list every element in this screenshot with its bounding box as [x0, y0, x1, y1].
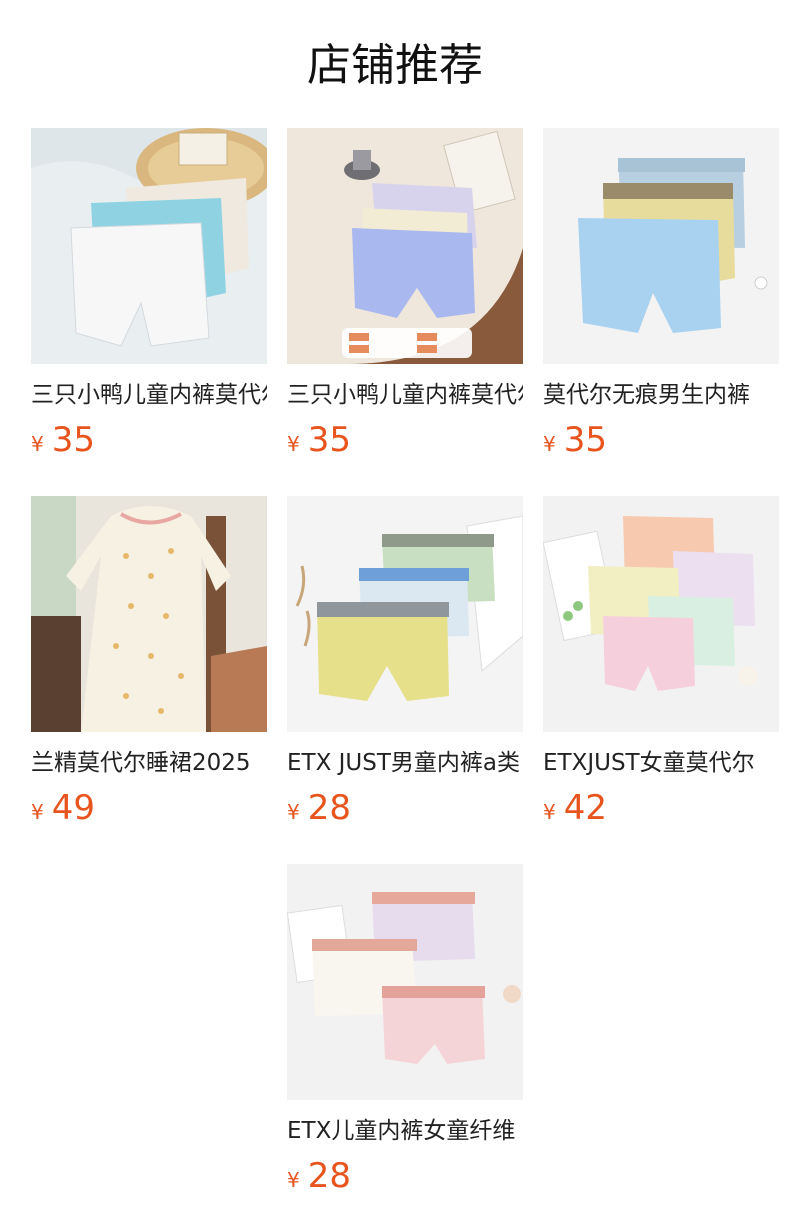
- currency-symbol: ¥: [287, 1168, 300, 1192]
- product-image-5[interactable]: [287, 496, 523, 732]
- product-name-2[interactable]: 三只小鸭儿童内裤莫代尔: [287, 380, 523, 410]
- product-price-6: ¥42: [543, 788, 779, 828]
- product-price-7: ¥28: [287, 1156, 523, 1196]
- product-image-1[interactable]: [31, 128, 267, 364]
- product-name-6[interactable]: ETXJUST女童莫代尔: [543, 748, 779, 778]
- product-price-5: ¥28: [287, 788, 523, 828]
- girls-underwear-photo-icon: [287, 864, 523, 1100]
- kids-underwear-photo-icon: [31, 128, 267, 364]
- currency-symbol: ¥: [31, 432, 44, 456]
- product-name-3[interactable]: 莫代尔无痕男生内裤: [543, 380, 779, 410]
- girls-underwear-photo-icon: [543, 496, 779, 732]
- currency-symbol: ¥: [543, 800, 556, 824]
- currency-symbol: ¥: [31, 800, 44, 824]
- price-amount: 35: [307, 420, 351, 460]
- product-image-7[interactable]: [287, 864, 523, 1100]
- price-amount: 35: [51, 420, 95, 460]
- price-amount: 42: [563, 788, 607, 828]
- product-card-6[interactable]: ETXJUST女童莫代尔 ¥42: [543, 496, 779, 828]
- price-amount: 35: [563, 420, 607, 460]
- product-price-1: ¥35: [31, 420, 267, 460]
- product-name-4[interactable]: 兰精莫代尔睡裙2025: [31, 748, 267, 778]
- price-amount: 49: [51, 788, 95, 828]
- price-amount: 28: [307, 788, 351, 828]
- product-price-2: ¥35: [287, 420, 523, 460]
- boxer-briefs-photo-icon: [287, 496, 523, 732]
- nightdress-photo-icon: [31, 496, 267, 732]
- product-image-2[interactable]: [287, 128, 523, 364]
- product-name-5[interactable]: ETX JUST男童内裤a类: [287, 748, 523, 778]
- product-name-1[interactable]: 三只小鸭儿童内裤莫代尔: [31, 380, 267, 410]
- product-name-7[interactable]: ETX儿童内裤女童纤维: [287, 1116, 523, 1146]
- product-card-3[interactable]: 莫代尔无痕男生内裤 ¥35: [543, 128, 779, 460]
- product-image-4[interactable]: [31, 496, 267, 732]
- product-card-1[interactable]: 三只小鸭儿童内裤莫代尔 ¥35: [31, 128, 267, 460]
- product-price-4: ¥49: [31, 788, 267, 828]
- product-card-7[interactable]: ETX儿童内裤女童纤维 ¥28: [287, 864, 523, 1196]
- section-title: 店铺推荐: [307, 40, 483, 91]
- product-price-3: ¥35: [543, 420, 779, 460]
- kids-underwear-photo-icon: [287, 128, 523, 364]
- product-card-2[interactable]: 三只小鸭儿童内裤莫代尔 ¥35: [287, 128, 523, 460]
- product-card-4[interactable]: 兰精莫代尔睡裙2025 ¥49: [31, 496, 267, 828]
- product-image-6[interactable]: [543, 496, 779, 732]
- currency-symbol: ¥: [287, 432, 300, 456]
- currency-symbol: ¥: [543, 432, 556, 456]
- product-card-5[interactable]: ETX JUST男童内裤a类 ¥28: [287, 496, 523, 828]
- price-amount: 28: [307, 1156, 351, 1196]
- currency-symbol: ¥: [287, 800, 300, 824]
- product-image-3[interactable]: [543, 128, 779, 364]
- boxer-briefs-photo-icon: [543, 128, 779, 364]
